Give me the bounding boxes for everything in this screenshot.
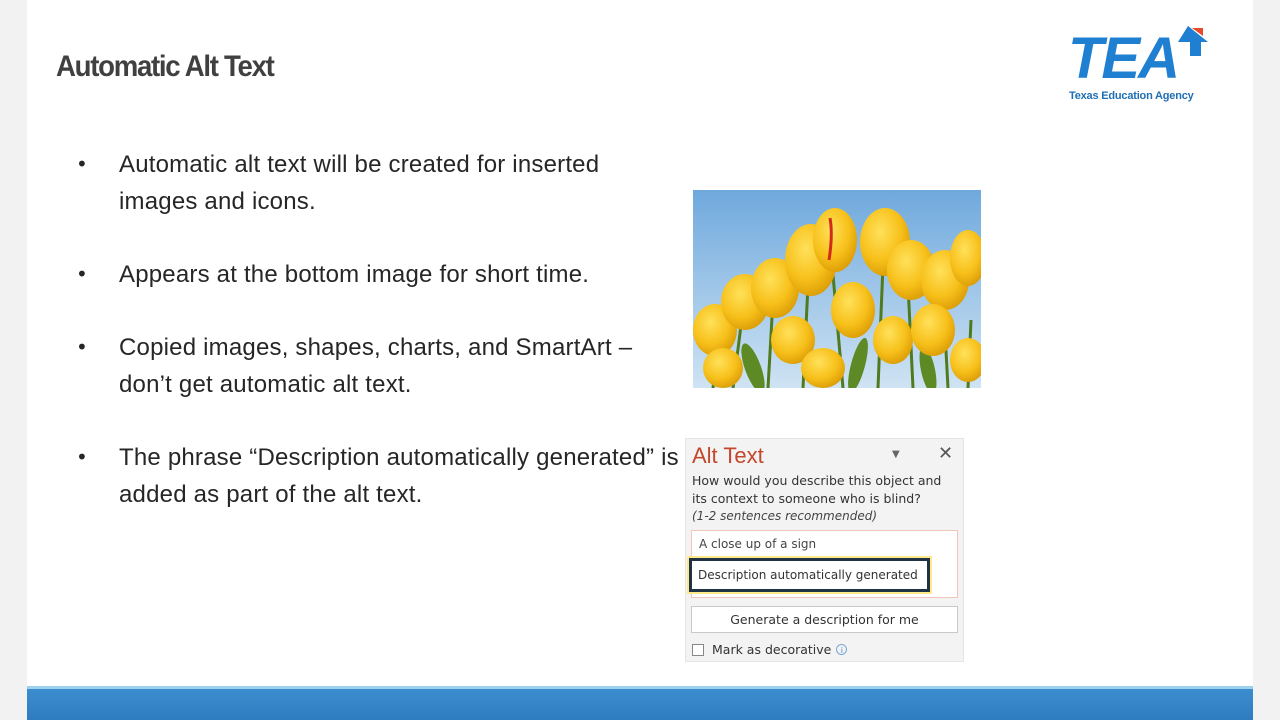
bullet-text: Automatic alt text will be created for i… bbox=[119, 151, 600, 215]
logo-wordmark: TEA bbox=[1068, 26, 1180, 91]
bullet-item: • Copied images, shapes, charts, and Sma… bbox=[74, 329, 684, 403]
bullet-item: • Appears at the bottom image for short … bbox=[74, 256, 684, 293]
slide-title: Automatic Alt Text bbox=[56, 50, 275, 83]
bullet-text: Appears at the bottom image for short ti… bbox=[119, 261, 590, 288]
description-line-2: Description automatically generated bbox=[698, 568, 918, 582]
alt-text-description-field[interactable]: A close up of a sign Description automat… bbox=[689, 530, 958, 598]
bullet-text: Copied images, shapes, charts, and Smart… bbox=[119, 334, 633, 398]
description-line-1: A close up of a sign bbox=[699, 537, 817, 551]
tea-logo: TEA Texas Education Agency bbox=[1066, 24, 1222, 108]
close-icon[interactable]: ✕ bbox=[938, 443, 953, 464]
bullet-marker: • bbox=[76, 262, 88, 286]
decorative-checkbox[interactable] bbox=[692, 643, 704, 656]
decorative-checkbox-row[interactable]: Mark as decorative i bbox=[692, 642, 848, 657]
bullet-marker: • bbox=[76, 445, 88, 469]
bullet-list: • Automatic alt text will be created for… bbox=[74, 146, 684, 549]
tulip-illustration bbox=[693, 190, 981, 388]
bullet-item: • The phrase “Description automatically … bbox=[74, 439, 684, 513]
description-highlight-box: Description automatically generated bbox=[689, 558, 930, 592]
bullet-marker: • bbox=[76, 152, 88, 176]
logo-subtitle: Texas Education Agency bbox=[1069, 90, 1194, 102]
footer-bar bbox=[27, 686, 1253, 720]
decorative-label: Mark as decorative bbox=[712, 642, 832, 657]
alt-text-prompt: How would you describe this object and i… bbox=[692, 473, 942, 506]
bullet-item: • Automatic alt text will be created for… bbox=[74, 146, 684, 220]
tulip-photo[interactable] bbox=[693, 190, 981, 388]
alt-text-hint: (1-2 sentences recommended) bbox=[692, 509, 877, 523]
chevron-down-icon[interactable]: ▼ bbox=[892, 449, 900, 460]
info-icon[interactable]: i bbox=[836, 644, 848, 655]
generate-description-button[interactable]: Generate a description for me bbox=[691, 606, 958, 633]
logo-house-icon bbox=[1178, 26, 1208, 56]
bullet-text: The phrase “Description automatically ge… bbox=[119, 444, 679, 508]
bullet-marker: • bbox=[76, 335, 88, 359]
alt-text-pane: Alt Text ▼ ✕ How would you describe this… bbox=[685, 438, 964, 662]
alt-text-title: Alt Text bbox=[692, 443, 764, 468]
